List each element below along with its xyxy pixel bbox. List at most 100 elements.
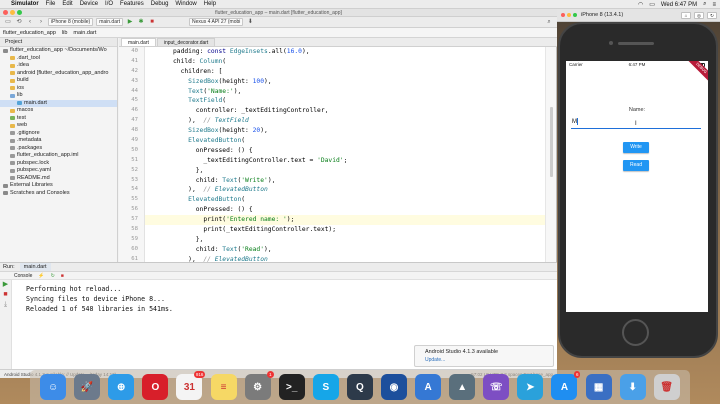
menu-item-window[interactable]: Window: [175, 1, 196, 7]
minimize-window-button[interactable]: [10, 10, 15, 15]
stop-run-icon[interactable]: ■: [0, 290, 11, 300]
dock-xcode-icon[interactable]: A: [415, 374, 442, 400]
sim-close-button[interactable]: [561, 13, 565, 17]
close-window-button[interactable]: [3, 10, 8, 15]
code-line[interactable]: },: [145, 166, 545, 176]
project-tree-item[interactable]: External Libraries: [0, 182, 117, 190]
project-tree-item[interactable]: ios: [0, 85, 117, 93]
dock-terminal-icon[interactable]: >_: [278, 374, 305, 400]
project-tree-item[interactable]: .idea: [0, 62, 117, 70]
search-everywhere-icon[interactable]: ⌕: [545, 18, 553, 26]
code-line[interactable]: padding: const EdgeInsets.all(16.0),: [145, 47, 545, 57]
code-line[interactable]: onPressed: () {: [145, 205, 545, 215]
dock-opera-icon[interactable]: O: [142, 374, 169, 400]
dock-skype-icon[interactable]: S: [312, 374, 339, 400]
project-tree-item[interactable]: flutter_education_app.iml: [0, 152, 117, 160]
dock-system-preferences-icon[interactable]: ⚙ 1: [244, 371, 274, 400]
project-tree-item[interactable]: build: [0, 77, 117, 85]
project-tree-item[interactable]: .metadata: [0, 137, 117, 145]
code-line[interactable]: child: Text('Write'),: [145, 176, 545, 186]
dock-finder-icon[interactable]: ☺: [40, 374, 67, 400]
project-tree-item[interactable]: main.dart: [0, 99, 117, 107]
menu-item-device[interactable]: Device: [80, 1, 98, 7]
breadcrumb-item-lib[interactable]: lib: [62, 30, 68, 36]
code-line[interactable]: Text('Name:'),: [145, 87, 545, 97]
dock-launchpad-icon[interactable]: 🚀: [74, 374, 101, 400]
code-line[interactable]: ), // ElevatedButton: [145, 255, 545, 262]
zoom-window-button[interactable]: [17, 10, 22, 15]
project-panel-header[interactable]: Project: [0, 38, 117, 47]
project-tree-item[interactable]: .dart_tool: [0, 55, 117, 63]
dock-telegram-icon[interactable]: ➤: [517, 374, 544, 400]
code-line[interactable]: ElevatedButton(: [145, 136, 545, 146]
project-tree-item[interactable]: .gitignore: [0, 130, 117, 138]
dock-notes-icon[interactable]: ≡: [210, 374, 237, 400]
dock-app-store-icon[interactable]: A6: [551, 371, 581, 400]
menu-item-debug[interactable]: Debug: [151, 1, 169, 7]
code-line[interactable]: TextField(: [145, 96, 545, 106]
menu-item-help[interactable]: Help: [204, 1, 216, 7]
stop-icon[interactable]: ■: [148, 18, 156, 26]
home-button-icon[interactable]: ⌂: [681, 12, 691, 19]
rerun-icon[interactable]: ▶: [0, 280, 11, 290]
scroll-end-icon[interactable]: ⤓: [0, 300, 11, 310]
code-line[interactable]: },: [145, 235, 545, 245]
project-tree-item[interactable]: Scratches and Consoles: [0, 190, 117, 198]
code-line[interactable]: child: Text('Read'),: [145, 245, 545, 255]
battery-icon[interactable]: ▭: [649, 1, 655, 8]
write-button[interactable]: Write: [623, 142, 649, 153]
menu-clock[interactable]: Wed 6:47 PM: [661, 2, 697, 8]
code-line[interactable]: print(_textEditingController.text);: [145, 225, 545, 235]
console-tab[interactable]: Console: [14, 272, 32, 279]
breadcrumb-item-file[interactable]: main.dart: [73, 30, 96, 36]
code-line[interactable]: onPressed: () {: [145, 146, 545, 156]
project-tree-item[interactable]: pubspec.lock: [0, 160, 117, 168]
dock-trash-icon[interactable]: 🗑: [653, 374, 680, 400]
code-line[interactable]: ElevatedButton(: [145, 195, 545, 205]
code-line[interactable]: ), // ElevatedButton: [145, 185, 545, 195]
code-editor[interactable]: padding: const EdgeInsets.all(16.0), chil…: [145, 47, 545, 262]
run-config-selector[interactable]: main.dart: [96, 18, 124, 26]
project-tree-item[interactable]: test: [0, 115, 117, 123]
code-line[interactable]: ), // TextField: [145, 116, 545, 126]
project-tree-item[interactable]: web: [0, 122, 117, 130]
project-tree-item[interactable]: .packages: [0, 145, 117, 153]
project-tree-item[interactable]: flutter_education_app ~/Documents/Wo: [0, 47, 117, 55]
sdk-manager-icon[interactable]: ⬇: [246, 18, 254, 26]
update-link[interactable]: Update...: [425, 357, 549, 363]
sim-minimize-button[interactable]: [567, 13, 571, 17]
code-line[interactable]: SizedBox(height: 20),: [145, 126, 545, 136]
wifi-icon[interactable]: ◠: [638, 1, 643, 8]
dock-safari-icon[interactable]: ⊕: [108, 374, 135, 400]
lightning-icon[interactable]: ⚡: [38, 272, 44, 279]
project-tree-item[interactable]: lib: [0, 92, 117, 100]
sim-zoom-button[interactable]: [573, 13, 577, 17]
code-line[interactable]: print('Entered name: ');: [145, 215, 545, 226]
scrollbar-thumb[interactable]: [550, 107, 553, 177]
menu-item-file[interactable]: File: [46, 1, 56, 7]
code-line[interactable]: SizedBox(height: 100),: [145, 77, 545, 87]
code-line[interactable]: child: Column(: [145, 57, 545, 67]
tab-input-decorator[interactable]: input_decorator.dart: [156, 38, 216, 46]
screenshot-icon[interactable]: ◎: [694, 12, 704, 19]
menu-item-i-o[interactable]: I/O: [105, 1, 113, 7]
tab-main-dart[interactable]: main.dart: [121, 38, 156, 46]
search-icon[interactable]: ⌕: [703, 1, 706, 8]
stop-icon[interactable]: ■: [61, 272, 64, 279]
menu-item-edit[interactable]: Edit: [62, 1, 72, 7]
dock-simulator-icon[interactable]: ▦: [585, 374, 612, 400]
project-tree-item[interactable]: android [flutter_education_app_andro: [0, 70, 117, 78]
menu-item-features[interactable]: Features: [120, 1, 144, 7]
dock-quicktime-icon[interactable]: Q: [346, 374, 373, 400]
forward-icon[interactable]: ›: [37, 18, 45, 26]
device-selector[interactable]: iPhone 8 (mobile): [48, 18, 94, 26]
code-line[interactable]: _textEditingController.text = 'David';: [145, 156, 545, 166]
dock-viber-icon[interactable]: ☏: [483, 374, 510, 400]
dock-downloads-icon[interactable]: ⬇: [619, 374, 646, 400]
rotate-icon[interactable]: ↻: [707, 12, 717, 19]
menu-item-simulator[interactable]: Simulator: [11, 1, 39, 7]
run-config-tab[interactable]: main.dart: [19, 263, 51, 271]
menu-list-icon[interactable]: ≡: [712, 2, 716, 8]
dock-android-studio-icon[interactable]: ▲: [449, 374, 476, 400]
code-line[interactable]: children: [: [145, 67, 545, 77]
